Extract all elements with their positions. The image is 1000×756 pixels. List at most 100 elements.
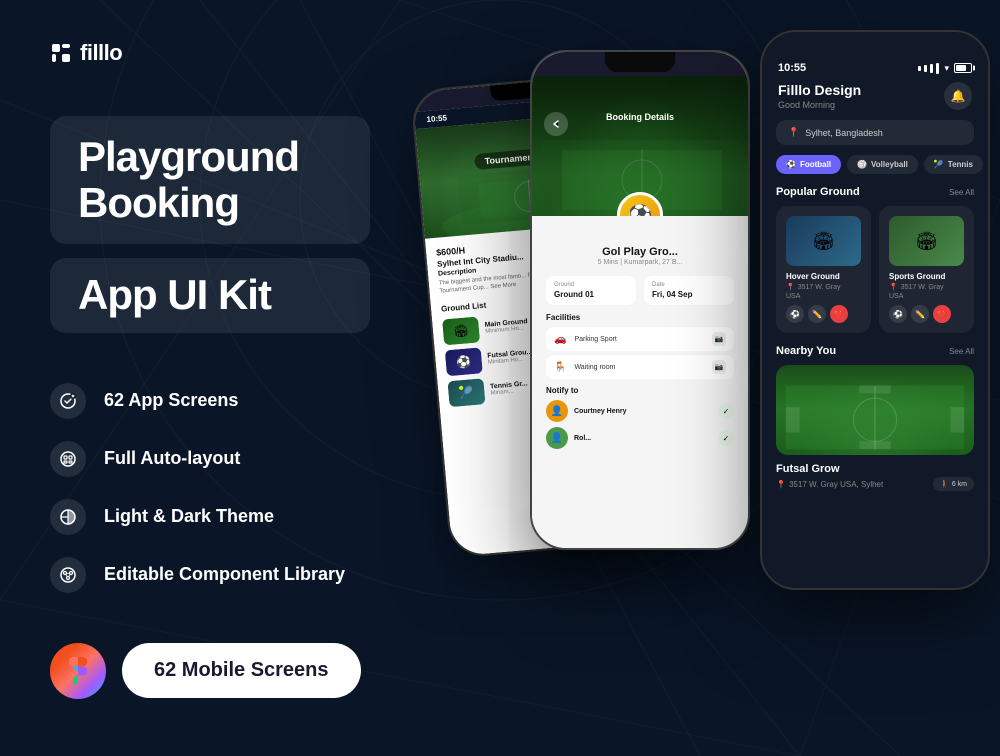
nearby-ground-address-row: 📍 3517 W. Gray USA, Sylhet 🚶 6 km	[776, 477, 974, 491]
hover-ground-image: 🏟	[786, 216, 861, 266]
feature-item-library: Editable Component Library	[50, 557, 370, 593]
phone2-back-button[interactable]	[544, 112, 568, 136]
phone2-notify-person-2: 👤 Rol... ✓	[546, 427, 734, 449]
nearby-ground-image	[776, 365, 974, 455]
category-football[interactable]: ⚽ Football	[776, 155, 841, 174]
sports-ground-addr-text: 3517 W. Gray	[901, 284, 944, 291]
hover-ground-address: 📍 3517 W. Gray	[786, 283, 861, 291]
sports-ground-address: 📍 3517 W. Gray	[889, 283, 964, 291]
battery-fill	[956, 65, 966, 71]
feature-icon-layout	[50, 441, 86, 477]
battery-icon	[954, 63, 972, 73]
sports-action-fav-icon[interactable]: ❤️	[933, 305, 951, 323]
phone2-screen: Booking Details ⚽ Gol Play Gro... 5 Mins…	[532, 52, 748, 548]
phone2-facilities-label: Facilities	[546, 313, 734, 322]
title-block-1: Playground Booking	[50, 116, 370, 244]
features-list: 62 App Screens Full Auto-layout	[50, 383, 370, 593]
phone-home: 10:55 ▾ Filllo Design Good Morning	[760, 30, 990, 590]
feature-text-library: Editable Component Library	[104, 564, 345, 585]
phone2-header-label: Booking Details	[606, 112, 674, 122]
phone2-header: Booking Details ⚽	[532, 76, 748, 216]
phone3-location-bar[interactable]: 📍 Sylhet, Bangladesh	[776, 120, 974, 145]
nearby-pin-icon: 📍	[776, 480, 786, 489]
signal-bar-1	[918, 66, 921, 71]
feature-item-layout: Full Auto-layout	[50, 441, 370, 477]
title-block-2: App UI Kit	[50, 258, 370, 332]
category-volleyball[interactable]: 🏐 Volleyball	[847, 155, 918, 174]
title-line-1: Playground Booking	[78, 134, 342, 226]
signal-bar-2	[924, 65, 927, 72]
phone3-time: 10:55	[778, 62, 806, 74]
screens-count-button[interactable]: 62 Mobile Screens	[122, 643, 361, 698]
sports-ground-actions: ⚽ ✏️ ❤️	[889, 305, 964, 323]
notification-bell-button[interactable]: 🔔	[944, 82, 972, 110]
volleyball-label: Volleyball	[871, 160, 908, 169]
feature-text-screens: 62 App Screens	[104, 390, 238, 411]
feature-icon-screens	[50, 383, 86, 419]
sports-ground-name: Sports Ground	[889, 272, 964, 281]
phone3-signal-icons: ▾	[918, 63, 972, 74]
hover-ground-actions: ⚽ ✏️ ❤️	[786, 305, 861, 323]
phone3-categories: ⚽ Football 🏐 Volleyball 🎾 Tennis	[762, 155, 988, 186]
sports-ground-country: USA	[889, 293, 964, 300]
phone3-nearby-section-header: Nearby You See All	[762, 345, 988, 365]
screens-count-text: 62 Mobile Screens	[154, 659, 329, 682]
phone2-facility-parking: 🚗 Parking Sport 📷	[546, 327, 734, 351]
action-soccer-icon[interactable]: ⚽	[786, 305, 804, 323]
feature-item-theme: Light & Dark Theme	[50, 499, 370, 535]
phone2-notify-label: Notify to	[546, 386, 734, 395]
nearby-distance-text: 6 km	[952, 481, 967, 488]
notify-avatar-1: 👤	[546, 400, 568, 422]
nearby-addr-text: 📍 3517 W. Gray USA, Sylhet	[776, 480, 883, 489]
sports-ground-pin-icon: 📍	[889, 283, 898, 291]
notify-avatar-2: 👤	[546, 427, 568, 449]
sports-action-soccer-icon[interactable]: ⚽	[889, 305, 907, 323]
left-panel: filllo Playground Booking App UI Kit 62 …	[0, 0, 420, 756]
title-line-2: App UI Kit	[78, 272, 342, 318]
location-icon: 📍	[788, 127, 799, 138]
hover-ground-pin-icon: 📍	[786, 283, 795, 291]
sports-ground-thumb: 🏟	[889, 216, 964, 266]
popular-section-title: Popular Ground	[776, 186, 860, 198]
phone3-popular-section-header: Popular Ground See All	[762, 186, 988, 206]
nearby-distance-badge: 🚶 6 km	[933, 477, 974, 491]
action-edit-icon[interactable]: ✏️	[808, 305, 826, 323]
popular-card-sports-ground[interactable]: 🏟 Sports Ground 📍 3517 W. Gray USA ⚽ ✏️ …	[879, 206, 974, 333]
sports-ground-image: 🏟	[889, 216, 964, 266]
action-fav-icon[interactable]: ❤️	[830, 305, 848, 323]
hover-ground-country: USA	[786, 293, 861, 300]
parking-icon: 🚗	[554, 334, 566, 345]
phone3-location-text: Sylhet, Bangladesh	[805, 128, 883, 138]
nearby-see-all[interactable]: See All	[949, 347, 974, 356]
sports-action-edit-icon[interactable]: ✏️	[911, 305, 929, 323]
hover-ground-thumb: 🏟	[786, 216, 861, 266]
popular-see-all[interactable]: See All	[949, 188, 974, 197]
phone-booking: Booking Details ⚽ Gol Play Gro... 5 Mins…	[530, 50, 750, 550]
phone2-place-subtitle: 5 Mins | Kumarpark, 27 B...	[546, 259, 734, 266]
hover-ground-addr-text: 3517 W. Gray	[798, 284, 841, 291]
football-label: Football	[800, 160, 831, 169]
phone3-screen: 10:55 ▾ Filllo Design Good Morning	[762, 32, 988, 588]
nearby-address: 3517 W. Gray USA, Sylhet	[789, 480, 883, 489]
waiting-icon: 🪑	[554, 362, 566, 373]
phone3-header: Filllo Design Good Morning 🔔	[762, 78, 988, 120]
phone3-greeting: Good Morning	[778, 100, 861, 110]
signal-bar-4	[936, 63, 939, 74]
phone3-status-bar: 10:55 ▾	[762, 52, 988, 78]
phone3-header-text: Filllo Design Good Morning	[778, 82, 861, 110]
popular-card-hover-ground[interactable]: 🏟 Hover Ground 📍 3517 W. Gray USA ⚽ ✏️ ❤…	[776, 206, 871, 333]
logo-icon	[50, 42, 72, 64]
figma-button[interactable]	[50, 643, 106, 699]
football-icon: ⚽	[786, 160, 796, 169]
phone2-place-name: Gol Play Gro...	[546, 246, 734, 258]
wifi-icon: ▾	[944, 63, 949, 74]
signal-bar-3	[930, 64, 933, 73]
category-tennis[interactable]: 🎾 Tennis	[924, 155, 983, 174]
volleyball-icon: 🏐	[857, 160, 867, 169]
phones-area: 10:55 ▲▲ ⊕ 🔋 Tournament Details $600/H S…	[370, 0, 1000, 756]
logo: filllo	[50, 40, 370, 66]
nearby-walk-icon: 🚶	[940, 480, 949, 488]
feature-icon-theme	[50, 499, 86, 535]
feature-text-theme: Light & Dark Theme	[104, 506, 274, 527]
phone3-nearby-caption: Futsal Grow 📍 3517 W. Gray USA, Sylhet 🚶…	[762, 463, 988, 491]
